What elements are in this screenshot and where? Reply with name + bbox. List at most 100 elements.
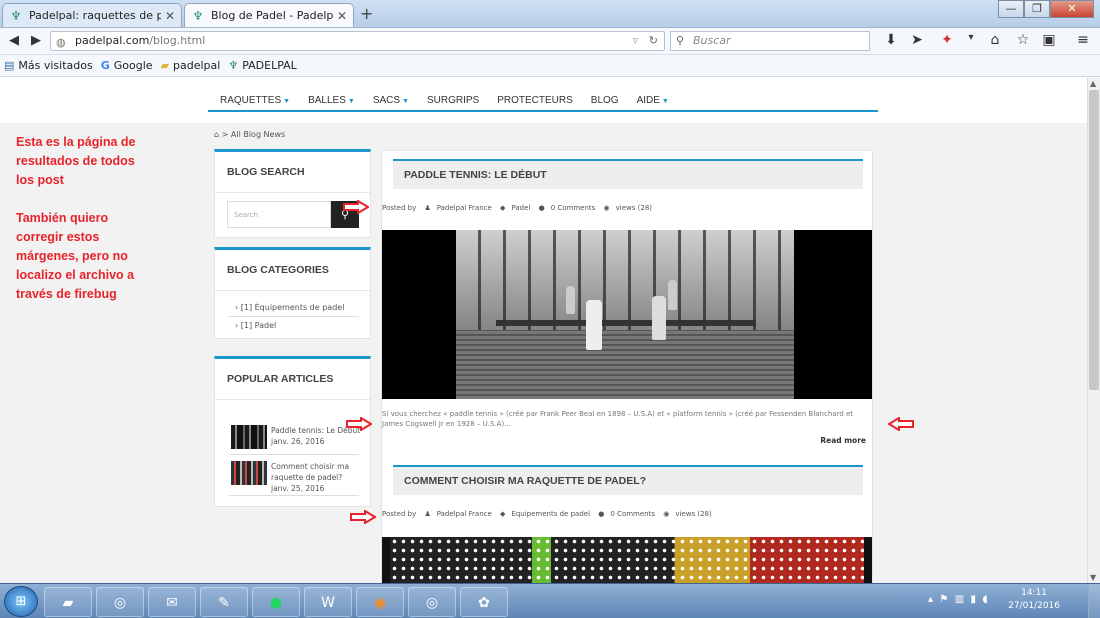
maximize-button[interactable]: ❐ xyxy=(1024,0,1050,18)
taskbar-explorer[interactable]: ▰ xyxy=(44,587,92,617)
annotation-line-1: Esta es la página de resultados de todos… xyxy=(16,135,136,187)
forward-icon[interactable]: ▶ xyxy=(26,31,46,51)
scroll-up-icon[interactable]: ▲ xyxy=(1090,79,1096,88)
reload-icon[interactable]: ↻ xyxy=(649,32,658,50)
menu-item-balles[interactable]: BALLES ▼ xyxy=(308,95,355,106)
bookmark-padelpal[interactable]: ♆ PADELPAL xyxy=(228,59,296,72)
taskbar-firefox[interactable]: ◉ xyxy=(356,587,404,617)
post-title[interactable]: COMMENT CHOISIR MA RAQUETTE DE PADEL? xyxy=(393,465,863,495)
page-viewport: RAQUETTES ▼ BALLES ▼ SACS ▼ SURGRIPS PROTEC… xyxy=(0,78,1087,583)
clock[interactable]: 14:11 27/01/2016 xyxy=(1008,587,1060,613)
firefox-icon: ◉ xyxy=(373,595,387,611)
close-tab-icon[interactable]: ✕ xyxy=(337,9,347,23)
article-title[interactable]: Comment choisir ma raquette de padel? xyxy=(271,461,363,483)
bookmark-mas-visitados[interactable]: ▤ Más visitados xyxy=(4,59,93,72)
menu-item-aide[interactable]: AIDE ▼ xyxy=(637,95,669,106)
menu-item-blog[interactable]: BLOG xyxy=(591,95,619,106)
bookmark-label: Google xyxy=(113,59,153,72)
browser-titlebar: ♆ Padelpal: raquettes de pad... ✕ ♆ Blog… xyxy=(0,0,1100,28)
volume-icon[interactable]: ◖ xyxy=(982,594,987,605)
show-desktop-button[interactable] xyxy=(1088,584,1100,618)
menu-icon[interactable]: ≡ xyxy=(1074,32,1092,48)
breadcrumb-link[interactable]: > All Blog News xyxy=(222,130,286,139)
annotation-note: Esta es la página de resultados de todos… xyxy=(16,133,156,304)
close-tab-icon[interactable]: ✕ xyxy=(165,9,175,23)
close-window-button[interactable]: ✕ xyxy=(1050,0,1094,18)
blog-search-input[interactable]: Search xyxy=(227,201,331,228)
menu-item-sacs[interactable]: SACS ▼ xyxy=(373,95,409,106)
home-icon[interactable]: ⌂ xyxy=(986,32,1004,48)
reading-list-icon[interactable]: ▣ xyxy=(1040,32,1058,48)
post-category[interactable]: Padel xyxy=(511,204,530,212)
addon-dropdown-icon[interactable]: ▾ xyxy=(962,32,980,43)
category-link[interactable]: › [1] Équipements de padel xyxy=(235,303,344,312)
post-image[interactable] xyxy=(382,230,872,399)
post-image[interactable] xyxy=(382,537,872,583)
network-icon[interactable]: ▥ xyxy=(955,594,964,605)
new-tab-button[interactable]: + xyxy=(360,4,373,23)
tab-padelpal-raquettes[interactable]: ♆ Padelpal: raquettes de pad... ✕ xyxy=(2,3,182,27)
bookmark-padelpal-folder[interactable]: ▰ padelpal xyxy=(161,59,221,72)
annotation-arrow-right xyxy=(343,200,369,214)
bookmark-label: Más visitados xyxy=(18,59,93,72)
download-icon[interactable]: ⬇ xyxy=(882,32,900,48)
home-icon[interactable]: ⌂ xyxy=(214,130,219,139)
show-hidden-icons-icon[interactable]: ▴ xyxy=(928,594,933,605)
breadcrumb: ⌂ > All Blog News xyxy=(214,130,285,139)
popular-article[interactable]: Paddle tennis: Le Début janv. 26, 2016 xyxy=(231,425,363,449)
user-icon: ♟ xyxy=(424,204,431,212)
popular-articles-widget: POPULAR ARTICLES Paddle tennis: Le Début… xyxy=(214,356,371,507)
blog-posts-list: PADDLE TENNIS: LE DÉBUT Posted by ♟ Padel… xyxy=(381,150,873,583)
popular-article[interactable]: Comment choisir ma raquette de padel? jan… xyxy=(231,461,363,494)
post-author[interactable]: Padelpal France xyxy=(437,204,492,212)
taskbar-spotify[interactable]: ● xyxy=(252,587,300,617)
article-date: janv. 25, 2016 xyxy=(271,484,325,493)
views-icon: ◉ xyxy=(603,204,610,212)
bookmark-star-icon[interactable]: ☆ xyxy=(1014,32,1032,48)
folder-icon: ▰ xyxy=(62,595,74,611)
addon-icon[interactable]: ✦ xyxy=(938,32,956,48)
navigation-toolbar: ◀ ▶ ◍ padelpal.com/blog.html ▿ ↻ ⚲ Busca… xyxy=(0,28,1100,55)
minimize-button[interactable]: — xyxy=(998,0,1024,18)
signal-icon[interactable]: ▮ xyxy=(971,594,977,605)
posted-by-label: Posted by xyxy=(382,510,417,518)
scroll-down-icon[interactable]: ▼ xyxy=(1090,573,1096,582)
read-more-link[interactable]: Read more xyxy=(820,436,866,445)
menu-item-protecteurs[interactable]: PROTECTEURS xyxy=(497,95,573,106)
post-comments[interactable]: 0 Comments xyxy=(551,204,596,212)
menu-item-surgrips[interactable]: SURGRIPS xyxy=(427,95,479,106)
post-author[interactable]: Padelpal France xyxy=(437,510,492,518)
category-link[interactable]: › [1] Padel xyxy=(235,321,276,330)
taskbar-word[interactable]: W xyxy=(304,587,352,617)
article-thumbnail xyxy=(231,461,267,485)
menu-item-raquettes[interactable]: RAQUETTES ▼ xyxy=(220,95,290,106)
chevron-down-icon: ▼ xyxy=(347,97,355,105)
post-comments[interactable]: 0 Comments xyxy=(610,510,655,518)
taskbar-paint-2[interactable]: ✿ xyxy=(460,587,508,617)
annotation-arrow-left xyxy=(888,417,914,431)
bookmarks-folder-icon: ▤ xyxy=(4,59,15,72)
tab-blog-de-padel[interactable]: ♆ Blog de Padel - Padelpal.c... ✕ xyxy=(184,3,354,27)
taskbar-messenger[interactable]: ✉ xyxy=(148,587,196,617)
search-input[interactable]: ⚲ Buscar xyxy=(670,31,870,51)
taskbar-paint[interactable]: ✎ xyxy=(200,587,248,617)
taskbar-chrome[interactable]: ◎ xyxy=(96,587,144,617)
post-title[interactable]: PADDLE TENNIS: LE DÉBUT xyxy=(393,159,863,189)
bookmark-google[interactable]: G Google xyxy=(101,59,153,72)
widget-title: POPULAR ARTICLES xyxy=(215,359,370,400)
views-icon: ◉ xyxy=(663,510,670,518)
back-icon[interactable]: ◀ xyxy=(4,31,24,51)
url-dropdown-icon[interactable]: ▿ xyxy=(632,32,638,50)
google-icon: G xyxy=(100,59,110,72)
page-scrollbar[interactable]: ▲ ▼ xyxy=(1087,78,1100,583)
taskbar-chrome-2[interactable]: ◎ xyxy=(408,587,456,617)
flag-icon[interactable]: ⚑ xyxy=(939,594,948,605)
post-category[interactable]: Equipements de padel xyxy=(511,510,590,518)
posted-by-label: Posted by xyxy=(382,204,417,212)
url-bar[interactable]: ◍ padelpal.com/blog.html ▿ ↻ xyxy=(50,31,665,51)
scrollbar-thumb[interactable] xyxy=(1089,90,1099,390)
window-controls: — ❐ ✕ xyxy=(998,0,1094,18)
windows-logo-icon: ⊞ xyxy=(15,594,27,609)
send-icon[interactable]: ➤ xyxy=(908,32,926,48)
start-button[interactable]: ⊞ xyxy=(4,586,38,617)
